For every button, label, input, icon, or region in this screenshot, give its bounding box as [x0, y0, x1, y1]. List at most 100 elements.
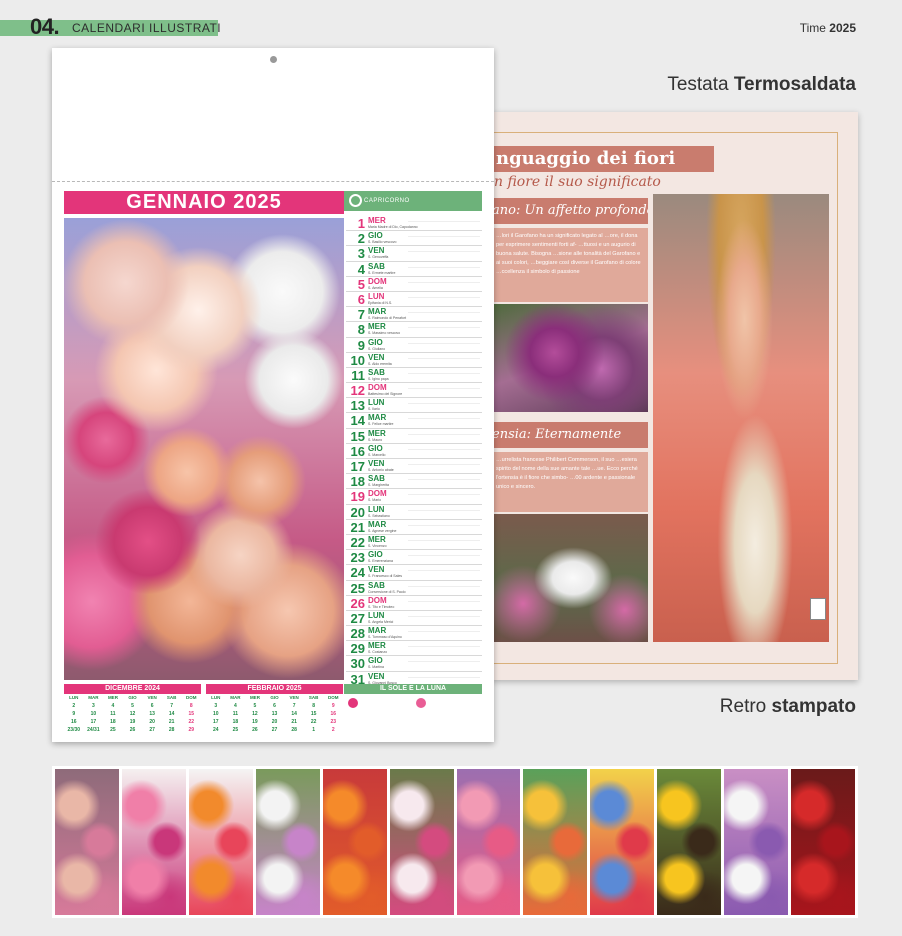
- day-weekday: LUN: [368, 291, 385, 301]
- certification-badge: [810, 598, 826, 620]
- day-number: 17: [350, 459, 365, 474]
- day-weekday: VEN: [368, 671, 385, 681]
- day-number: 10: [350, 352, 365, 368]
- mini-week: 9 10 11 12 13 14 15: [64, 710, 201, 718]
- day-row: 8 MER S. Massimo vescovo: [346, 322, 482, 338]
- mini-day: 2: [331, 727, 335, 733]
- day-saint: S. Tommaso d'Aquino: [368, 635, 402, 640]
- note-line: [408, 631, 480, 633]
- day-number: 7: [357, 307, 365, 323]
- mini-weekday: LUN: [69, 695, 79, 700]
- day-number: 14: [350, 413, 365, 429]
- note-line: [408, 312, 480, 314]
- note-line: [408, 494, 480, 496]
- mini-weekday: VEN: [289, 695, 299, 700]
- note-line: [408, 585, 480, 587]
- mini-weekday: DOM: [328, 695, 339, 700]
- day-row: 9 GIO S. Giuliano: [346, 338, 482, 353]
- note-line: [408, 464, 480, 465]
- day-weekday: MER: [368, 534, 386, 544]
- back-photo-bride: [492, 514, 648, 642]
- day-saint: S. Francesco di Sales: [368, 574, 403, 579]
- day-row: 7 MAR S. Raimondo di Penafort: [346, 307, 482, 323]
- mini-week: 16 17 18 19 20 21 22: [64, 718, 201, 726]
- note-line: [408, 357, 480, 359]
- mini-day: 14: [168, 711, 175, 717]
- day-row: 25 SAB Conversione di S. Paolo: [346, 581, 482, 596]
- day-row: 20 LUN S. Sebastiano: [346, 505, 482, 520]
- day-weekday: VEN: [368, 246, 385, 256]
- day-saint: S. Tito e Timoteo: [368, 604, 395, 609]
- mini-day: 8: [312, 703, 316, 709]
- thumb-white-purple: [724, 769, 789, 915]
- day-weekday: LUN: [368, 398, 385, 408]
- day-number: 11: [351, 367, 365, 383]
- mini-weekday: MER: [249, 695, 260, 700]
- note-line: [408, 676, 480, 678]
- day-saint: S. Igino papa: [368, 376, 389, 381]
- day-number: 20: [350, 504, 365, 520]
- mini-week: 23/30 24/31 25 26 27 28 29: [64, 726, 201, 734]
- day-saint: S. Aldo eremita: [368, 361, 392, 366]
- day-weekday: VEN: [368, 565, 385, 575]
- back-section2-title: ensia: Eternamente: [492, 422, 648, 448]
- day-weekday: SAB: [368, 367, 385, 377]
- mini-weekday: SAB: [166, 695, 177, 700]
- note-line: [408, 539, 480, 541]
- mini-weekday: VEN: [147, 695, 157, 700]
- mini-day: 6: [150, 703, 154, 709]
- day-weekday: MER: [368, 428, 386, 438]
- note-line: [408, 342, 480, 344]
- mini-day: 23/30: [67, 727, 81, 733]
- mini-day: 28: [291, 727, 297, 733]
- day-row: 1 MER Maria Madre di Dio, Capodanno: [346, 216, 482, 232]
- mini-day: 17: [90, 719, 97, 725]
- mini-day: 26: [129, 727, 136, 733]
- note-line: [408, 509, 480, 511]
- mini-day: 25: [110, 727, 116, 733]
- sun-moon-box: IL SOLE E LA LUNA: [344, 684, 482, 732]
- mini-day: 19: [252, 719, 258, 725]
- day-number: 25: [350, 580, 365, 596]
- day-weekday: GIO: [368, 550, 383, 560]
- day-number: 19: [350, 489, 365, 505]
- thumb-tulips: [322, 769, 387, 915]
- note-line: [408, 251, 480, 253]
- day-weekday: MAR: [368, 413, 387, 423]
- zodiac-icon: [349, 194, 362, 207]
- day-saint: S. Amelia: [368, 285, 383, 290]
- day-weekday: MAR: [368, 519, 387, 529]
- day-number: 30: [350, 656, 365, 672]
- day-row: 27 LUN S. Angela Merici: [346, 611, 482, 627]
- mini-week: 10 11 12 13 14 15 16: [206, 710, 343, 718]
- day-number: 9: [357, 337, 365, 353]
- day-saint: S. Antonio abate: [368, 468, 394, 472]
- note-line: [408, 388, 480, 390]
- day-weekday: GIO: [368, 337, 383, 347]
- day-saint: Epifania di N.S.: [368, 300, 393, 305]
- mini-day: 18: [232, 719, 239, 725]
- day-saint: S. Mauro: [368, 437, 383, 442]
- caption-retro-prefix: Retro: [719, 696, 767, 717]
- day-number: 28: [350, 626, 365, 642]
- note-line: [408, 433, 480, 435]
- day-number: 22: [350, 534, 365, 550]
- mini-day: 10: [213, 711, 219, 717]
- thumb-mixed-orange: [188, 769, 253, 915]
- mini-day: 11: [110, 711, 116, 717]
- note-line: [408, 661, 480, 663]
- mini-day: 27: [149, 727, 155, 733]
- caption-testata-strong: Termosaldata: [733, 74, 856, 95]
- day-row: 19 DOM S. Mario: [346, 489, 482, 505]
- day-number: 12: [350, 383, 365, 399]
- thumbnail-strip: [52, 766, 858, 918]
- mini-calendars: DICEMBRE 2024 LUN MAR MER GIO VEN SAB DOM 2 3 4 5 6 7…: [64, 684, 344, 734]
- day-row: 29 MER S. Costanzo: [346, 641, 482, 657]
- day-weekday: GIO: [368, 656, 383, 666]
- mini-weekday: DOM: [186, 695, 197, 700]
- day-weekday: MAR: [368, 626, 387, 636]
- day-saint: S. Mario: [368, 498, 382, 503]
- day-saint: S. Basilio vescovo: [368, 240, 397, 245]
- day-weekday: GIO: [368, 231, 383, 241]
- note-line: [408, 221, 480, 222]
